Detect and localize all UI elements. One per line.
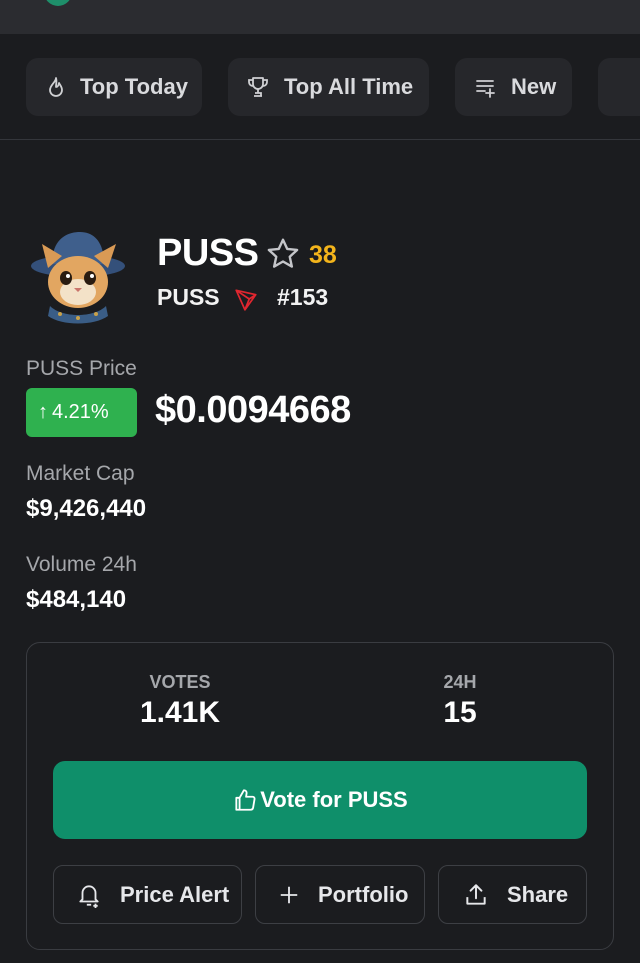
tab-top-today[interactable]: Top Today xyxy=(26,58,202,116)
price-alert-label: Price Alert xyxy=(120,881,230,907)
share-label: Share xyxy=(507,881,569,907)
vote-button-label: Vote for PUSS xyxy=(260,787,408,812)
tab-new[interactable]: New xyxy=(455,58,572,116)
price-change-badge: ↑ 4.21% xyxy=(26,388,137,437)
vote-button[interactable]: Vote for PUSS xyxy=(53,761,587,839)
h24-label: 24H xyxy=(443,672,477,692)
arrow-up-icon: ↑ xyxy=(38,401,48,423)
tab-label: Top All Time xyxy=(284,74,414,99)
volume-label: Volume 24h xyxy=(26,553,137,576)
star-icon[interactable] xyxy=(265,236,301,272)
portfolio-button[interactable]: Portfolio xyxy=(255,865,425,924)
list-add-icon xyxy=(476,80,495,98)
portfolio-label: Portfolio xyxy=(318,881,409,907)
price-label: PUSS Price xyxy=(26,357,137,380)
tab-more-partial[interactable] xyxy=(598,58,640,116)
market-cap-value: $9,426,440 xyxy=(26,495,147,522)
watch-count: 38 xyxy=(309,241,337,269)
plus-icon xyxy=(280,886,298,903)
flame-icon xyxy=(49,77,63,97)
market-cap-label: Market Cap xyxy=(26,462,135,485)
bell-plus-icon xyxy=(79,884,99,908)
votes-value: 1.41K xyxy=(139,696,221,729)
ranking-tabs: Top Today Top All Time New xyxy=(0,34,640,140)
trophy-icon xyxy=(248,77,268,97)
tab-top-all-time[interactable]: Top All Time xyxy=(228,58,429,116)
share-icon xyxy=(466,883,486,905)
h24-value: 15 xyxy=(443,696,477,729)
thumbs-up-icon xyxy=(235,789,256,811)
token-ticker: PUSS xyxy=(157,284,220,310)
votes-label: VOTES xyxy=(149,672,211,692)
share-button[interactable]: Share xyxy=(438,865,587,924)
tab-label: Top Today xyxy=(80,74,188,99)
volume-value: $484,140 xyxy=(26,586,127,613)
tab-label: New xyxy=(511,74,557,99)
logo-icon[interactable] xyxy=(44,0,72,6)
token-price: $0.0094668 xyxy=(155,389,351,431)
token-rank: #153 xyxy=(277,284,329,310)
token-avatar xyxy=(31,232,125,324)
price-change-value: 4.21% xyxy=(52,401,109,423)
price-alert-button[interactable]: Price Alert xyxy=(53,865,242,924)
tron-icon xyxy=(235,289,257,311)
token-name: PUSS xyxy=(157,232,259,274)
top-header xyxy=(0,0,640,34)
